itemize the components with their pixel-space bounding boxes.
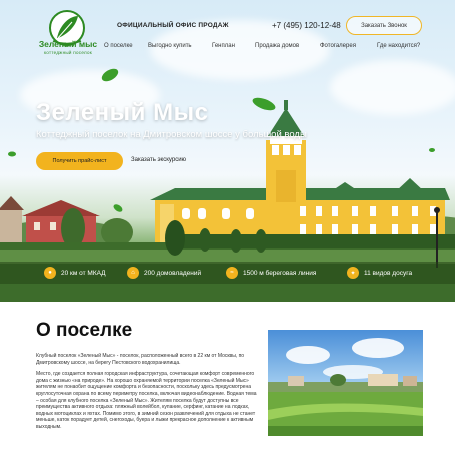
about-title: О поселке xyxy=(36,320,133,341)
feature-shore: ≈ 1500 м береговая линия xyxy=(226,267,316,279)
hero-section: Зеленый мыс коттеджный поселок ОФИЦИАЛЬН… xyxy=(0,0,455,302)
callback-button[interactable]: Заказать Звонок xyxy=(346,16,422,35)
feature-shore-text: 1500 м береговая линия xyxy=(243,269,317,277)
nav-item-gallery[interactable]: Фотогалерея xyxy=(320,43,356,49)
get-price-button[interactable]: Получить прайс-лист xyxy=(36,152,123,170)
nav-item-about[interactable]: О поселке xyxy=(104,43,133,49)
about-text: Клубный поселок «Зеленый Мыс» - поселок,… xyxy=(36,353,258,436)
nav-item-location[interactable]: Где находится? xyxy=(377,43,420,49)
about-paragraph: Место, где создается полная городская ин… xyxy=(36,371,257,430)
hero-subtitle: Коттеджный поселок на Дмитровском шоссе … xyxy=(36,129,307,140)
about-photo xyxy=(268,330,423,436)
feature-houses: ⌂ 200 домовладений xyxy=(127,267,201,279)
hero-title: Зеленый Мыс xyxy=(36,99,209,126)
nav-item-plan[interactable]: Генплан xyxy=(212,43,235,49)
order-tour-link[interactable]: Заказать экскурсию xyxy=(131,157,186,163)
leisure-icon: ✦ xyxy=(347,267,359,279)
house-icon: ⌂ xyxy=(127,267,139,279)
wave-icon: ≈ xyxy=(226,267,238,279)
nav-item-sale[interactable]: Продажа домов xyxy=(255,43,299,49)
office-label: ОФИЦИАЛЬНЫЙ ОФИС ПРОДАЖ xyxy=(117,22,229,29)
main-nav: О поселке Выгодно купить Генплан Продажа… xyxy=(0,43,455,55)
nav-item-buy[interactable]: Выгодно купить xyxy=(148,43,192,49)
feature-distance-text: 20 км от МКАД xyxy=(61,269,106,277)
feature-leisure: ✦ 11 видов досуга xyxy=(347,267,412,279)
features-bar: ● 20 км от МКАД ⌂ 200 домовладений ≈ 150… xyxy=(0,262,455,284)
about-paragraph: Клубный поселок «Зеленый Мыс» - поселок,… xyxy=(36,353,245,366)
feature-houses-text: 200 домовладений xyxy=(144,269,202,277)
map-pin-icon: ● xyxy=(44,267,56,279)
feature-distance: ● 20 км от МКАД xyxy=(44,267,106,279)
phone-number[interactable]: +7 (495) 120-12-48 xyxy=(272,21,341,30)
feature-leisure-text: 11 видов досуга xyxy=(364,269,413,277)
